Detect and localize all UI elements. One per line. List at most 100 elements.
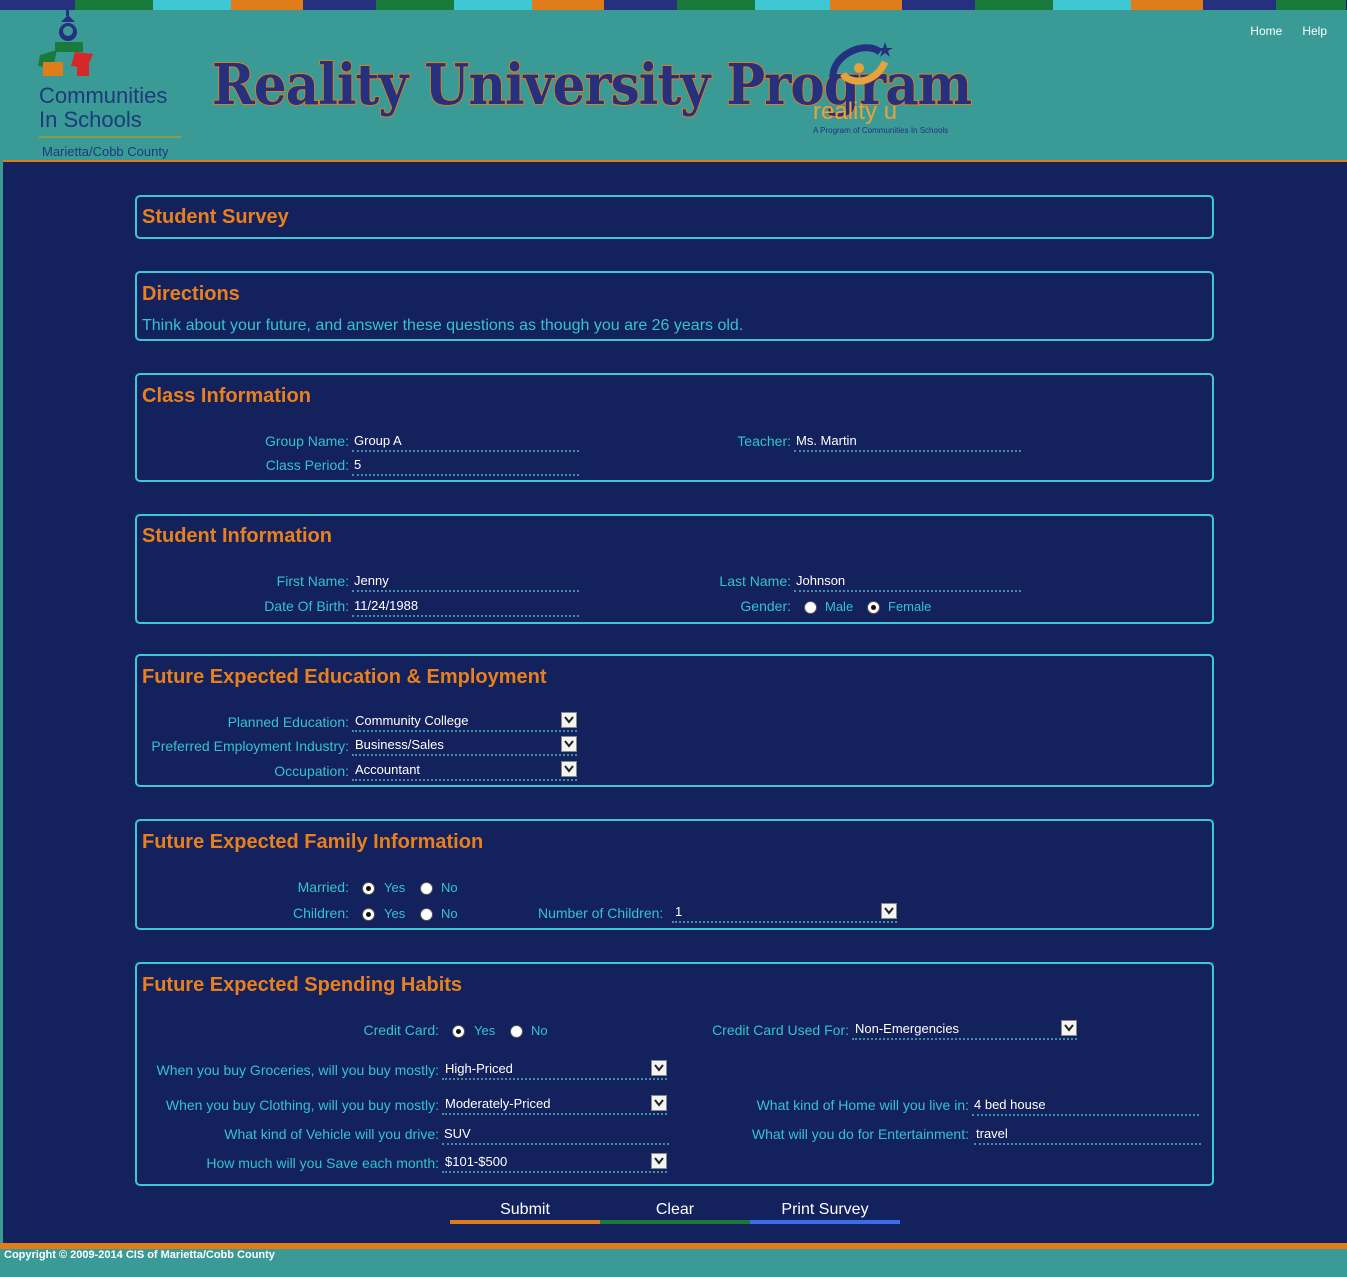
- submit-button[interactable]: Submit: [450, 1200, 600, 1224]
- children-yes-radio[interactable]: [362, 908, 375, 921]
- gender-female-label: Female: [888, 599, 932, 614]
- vehicle-field[interactable]: SUV: [442, 1125, 669, 1145]
- clothing-value: Moderately-Priced: [445, 1096, 551, 1111]
- survey-title-panel: Student Survey: [135, 195, 1214, 239]
- gender-female-radio[interactable]: [867, 601, 880, 614]
- chevron-down-icon[interactable]: [651, 1095, 667, 1111]
- schoolhouse-icon: [38, 10, 93, 76]
- cis-divider: [39, 136, 181, 138]
- children-no-label: No: [441, 906, 458, 921]
- married-yes-label: Yes: [384, 880, 406, 895]
- groceries-select[interactable]: High-Priced: [442, 1060, 667, 1080]
- num-children-select[interactable]: 1: [672, 903, 897, 923]
- save-label: How much will you Save each month:: [206, 1155, 439, 1171]
- teacher-label: Teacher:: [737, 433, 791, 449]
- planned-education-label: Planned Education:: [227, 714, 349, 730]
- reality-u-logo: reality u A Program of Communities In Sc…: [810, 40, 948, 150]
- credit-no-label: No: [531, 1023, 548, 1038]
- class-period-label: Class Period:: [265, 457, 349, 473]
- chevron-down-icon[interactable]: [561, 736, 577, 752]
- student-info-title: Student Information: [142, 525, 332, 547]
- gender-male-radio[interactable]: [804, 601, 817, 614]
- credit-used-value: Non-Emergencies: [855, 1021, 960, 1036]
- class-period-field[interactable]: 5: [352, 456, 579, 476]
- children-yes-label: Yes: [384, 906, 406, 921]
- groceries-value: High-Priced: [445, 1061, 513, 1076]
- first-name-field[interactable]: Jenny: [352, 572, 579, 592]
- help-link[interactable]: Help: [1302, 24, 1327, 38]
- survey-title: Student Survey: [142, 206, 289, 228]
- groceries-label: When you buy Groceries, will you buy mos…: [156, 1062, 439, 1078]
- ru-tagline: A Program of Communities In Schools: [813, 126, 949, 135]
- swoosh-icon: [829, 42, 893, 85]
- occupation-label: Occupation:: [274, 763, 349, 779]
- site-header: Home Help Communities In Schools Mariett…: [0, 10, 1347, 162]
- class-info-title: Class Information: [142, 385, 311, 407]
- num-children-label: Number of Children:: [538, 905, 664, 921]
- save-select[interactable]: $101-$500: [442, 1153, 667, 1173]
- chevron-down-icon[interactable]: [651, 1153, 667, 1169]
- industry-select[interactable]: Business/Sales: [352, 736, 577, 756]
- teacher-field[interactable]: Ms. Martin: [794, 432, 1021, 452]
- student-info-panel: Student Information First Name: Jenny La…: [135, 514, 1214, 624]
- cis-county: Marietta/Cobb County: [42, 144, 169, 159]
- directions-title: Directions: [142, 283, 240, 305]
- vehicle-label: What kind of Vehicle will you drive:: [224, 1126, 439, 1142]
- married-label: Married:: [297, 879, 349, 895]
- occupation-select[interactable]: Accountant: [352, 761, 577, 781]
- chevron-down-icon[interactable]: [1061, 1020, 1077, 1036]
- credit-used-select[interactable]: Non-Emergencies: [852, 1020, 1077, 1040]
- planned-education-select[interactable]: Community College: [352, 712, 577, 732]
- cis-logo-text: Communities In Schools: [39, 84, 167, 132]
- chevron-down-icon[interactable]: [561, 761, 577, 777]
- entertainment-label: What will you do for Entertainment:: [751, 1126, 969, 1142]
- class-info-panel: Class Information Group Name: Group A Te…: [135, 373, 1214, 482]
- cis-line2: In Schools: [39, 107, 142, 132]
- children-label: Children:: [292, 905, 349, 921]
- credit-yes-label: Yes: [474, 1023, 496, 1038]
- family-panel: Future Expected Family Information Marri…: [135, 819, 1214, 930]
- last-name-field[interactable]: Johnson: [794, 572, 1021, 592]
- married-yes-radio[interactable]: [362, 882, 375, 895]
- credit-card-label: Credit Card:: [363, 1022, 439, 1038]
- chevron-down-icon[interactable]: [651, 1060, 667, 1076]
- top-nav: Home Help: [1250, 24, 1327, 38]
- gender-label: Gender:: [740, 598, 791, 614]
- married-no-label: No: [441, 880, 458, 895]
- industry-value: Business/Sales: [355, 737, 444, 752]
- credit-yes-radio[interactable]: [452, 1025, 465, 1038]
- save-value: $101-$500: [445, 1154, 508, 1169]
- ru-wordmark: reality u: [813, 98, 898, 125]
- education-title: Future Expected Education & Employment: [142, 666, 547, 688]
- num-children-value: 1: [675, 904, 683, 919]
- directions-panel: Directions Think about your future, and …: [135, 271, 1214, 341]
- dob-field[interactable]: 11/24/1988: [352, 597, 579, 617]
- clothing-select[interactable]: Moderately-Priced: [442, 1095, 667, 1115]
- clear-button[interactable]: Clear: [600, 1200, 750, 1224]
- color-stripe: [0, 0, 1347, 10]
- children-no-radio[interactable]: [420, 908, 433, 921]
- chevron-down-icon[interactable]: [881, 903, 897, 919]
- home-link[interactable]: Home: [1250, 24, 1282, 38]
- directions-text: Think about your future, and answer thes…: [142, 317, 744, 334]
- clothing-label: When you buy Clothing, will you buy most…: [165, 1097, 439, 1113]
- education-panel: Future Expected Education & Employment P…: [135, 654, 1214, 787]
- spending-title: Future Expected Spending Habits: [142, 974, 463, 996]
- planned-education-value: Community College: [355, 713, 469, 728]
- copyright-text: Copyright © 2009-2014 CIS of Marietta/Co…: [4, 1249, 275, 1261]
- chevron-down-icon[interactable]: [561, 712, 577, 728]
- group-name-field[interactable]: Group A: [352, 432, 579, 452]
- last-name-label: Last Name:: [719, 573, 791, 589]
- gender-male-label: Male: [825, 599, 854, 614]
- home-field[interactable]: 4 bed house: [972, 1096, 1199, 1116]
- spending-panel: Future Expected Spending Habits Credit C…: [135, 962, 1214, 1186]
- entertainment-field[interactable]: travel: [974, 1125, 1201, 1145]
- left-edge-line: [0, 160, 3, 1245]
- occupation-value: Accountant: [355, 762, 421, 777]
- credit-no-radio[interactable]: [510, 1025, 523, 1038]
- home-label: What kind of Home will you live in:: [756, 1097, 969, 1113]
- cis-line1: Communities: [39, 83, 168, 108]
- married-no-radio[interactable]: [420, 882, 433, 895]
- print-survey-button[interactable]: Print Survey: [750, 1200, 900, 1224]
- industry-label: Preferred Employment Industry:: [151, 738, 349, 754]
